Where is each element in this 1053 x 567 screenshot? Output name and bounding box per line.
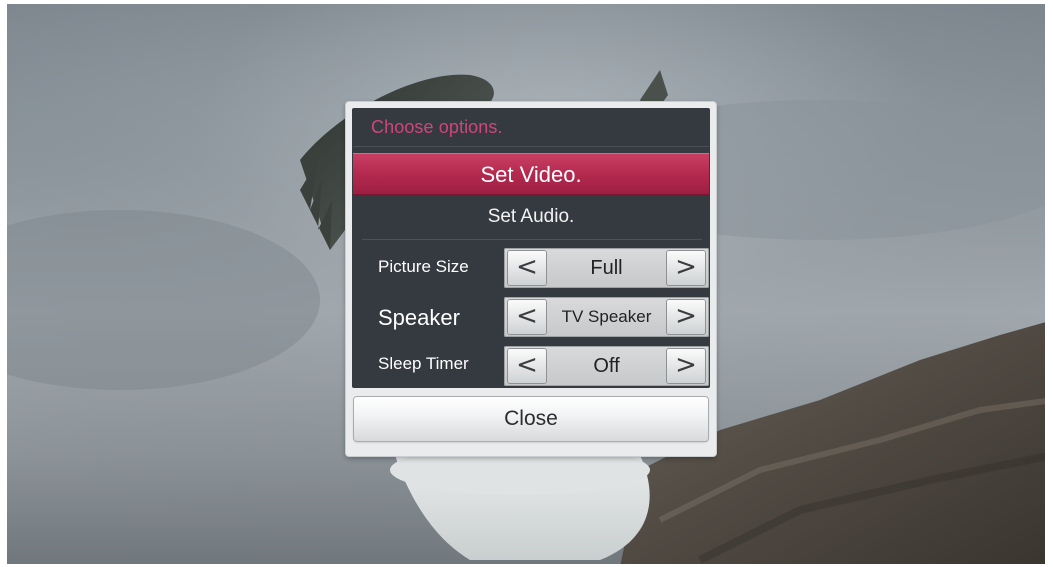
- close-button[interactable]: Close: [354, 397, 708, 441]
- sleep-timer-prev-button[interactable]: <: [508, 349, 546, 383]
- speaker-label: Speaker: [378, 305, 460, 330]
- sleep-timer-next-button[interactable]: >: [667, 349, 705, 383]
- speaker-value: TV Speaker: [561, 307, 652, 326]
- chevron-right-icon: >: [675, 301, 697, 331]
- chevron-left-icon: <: [516, 350, 538, 380]
- speaker-stepper: < TV Speaker >: [504, 297, 709, 337]
- chevron-left-icon: <: [516, 301, 538, 331]
- picture-size-next-button[interactable]: >: [667, 251, 705, 285]
- sleep-timer-label: Sleep Timer: [378, 354, 469, 373]
- speaker-next-button[interactable]: >: [667, 300, 705, 334]
- dialog-title: Choose options.: [371, 117, 503, 137]
- menu-divider: [362, 239, 702, 240]
- picture-size-label: Picture Size: [378, 257, 469, 276]
- chevron-right-icon: >: [675, 252, 697, 282]
- picture-size-value: Full: [590, 257, 623, 279]
- picture-size-stepper: < Full >: [504, 248, 709, 288]
- frame-border-right: [1045, 0, 1053, 567]
- frame-border-left: [0, 0, 7, 567]
- chevron-right-icon: >: [675, 350, 697, 380]
- chevron-left-icon: <: [516, 252, 538, 282]
- title-divider: [353, 146, 709, 147]
- set-video-button[interactable]: Set Video.: [353, 153, 709, 195]
- picture-size-prev-button[interactable]: <: [508, 251, 546, 285]
- sleep-timer-value: Off: [593, 355, 620, 377]
- sleep-timer-stepper: < Off >: [504, 346, 709, 386]
- speaker-prev-button[interactable]: <: [508, 300, 546, 334]
- set-audio-button[interactable]: Set Audio.: [353, 198, 709, 236]
- frame-border-top: [0, 0, 1053, 4]
